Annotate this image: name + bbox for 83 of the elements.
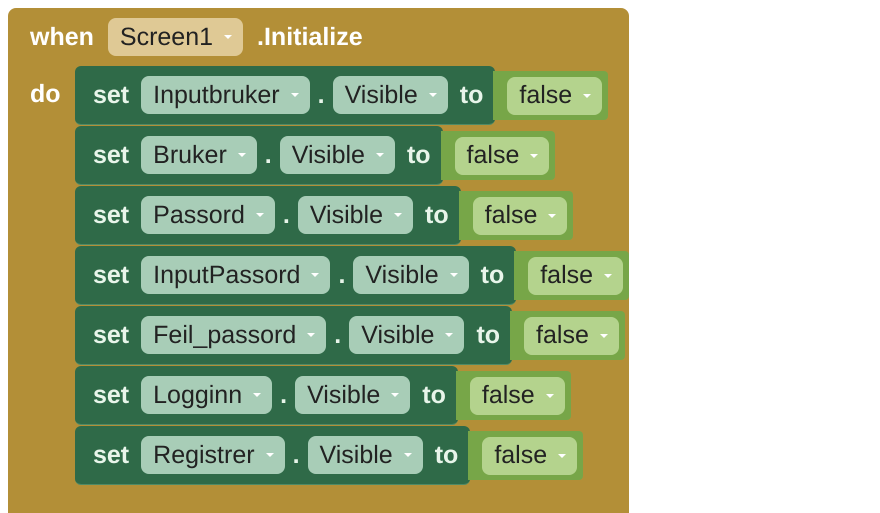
dot-separator: . (282, 200, 290, 230)
setter-block[interactable]: set InputPassord . Visible to (75, 246, 516, 305)
property-dropdown[interactable]: Visible (298, 196, 414, 234)
boolean-block[interactable]: false (493, 71, 608, 120)
block-keyword: to (434, 440, 458, 470)
dot-separator: . (338, 260, 346, 290)
boolean-dropdown[interactable]: false (454, 136, 550, 174)
setter-block[interactable]: set Registrer . Visible to (75, 426, 470, 485)
caret-icon (310, 272, 320, 278)
block-keyword: set (93, 320, 130, 350)
property-dropdown[interactable]: Visible (349, 316, 464, 354)
caret-icon (254, 212, 265, 218)
boolean-dropdown[interactable]: false (507, 76, 602, 114)
boolean-block[interactable]: false (440, 131, 556, 180)
property-dropdown[interactable]: Visible (308, 436, 423, 474)
setter-block[interactable]: set Passord . Visible to (75, 186, 461, 245)
caret-icon (544, 392, 555, 398)
block-keyword: set (93, 440, 130, 470)
caret-icon (264, 452, 275, 458)
caret-icon (236, 152, 247, 158)
caret-icon (393, 212, 404, 218)
caret-icon (603, 272, 614, 278)
caret-icon (557, 452, 568, 458)
block-keyword: to (406, 140, 431, 170)
caret-icon (582, 92, 592, 98)
caret-icon (444, 332, 454, 338)
caret-icon (402, 452, 413, 458)
dot-separator: . (292, 440, 300, 470)
property-dropdown[interactable]: Visible (295, 376, 410, 414)
dot-separator: . (280, 380, 288, 410)
event-block[interactable] (8, 8, 630, 513)
boolean-dropdown[interactable]: false (524, 316, 619, 354)
block-keyword: do (29, 79, 62, 109)
caret-icon (529, 152, 540, 158)
caret-icon (547, 212, 558, 218)
block-keyword: to (422, 380, 446, 410)
component-dropdown[interactable]: Logginn (141, 376, 272, 414)
caret-icon (598, 332, 609, 338)
block-keyword: to (460, 80, 484, 110)
block-keyword: when (30, 22, 94, 52)
boolean-block[interactable]: false (458, 191, 574, 240)
block-keyword: set (93, 80, 130, 110)
property-dropdown[interactable]: Visible (332, 76, 448, 114)
dot-separator: . (318, 80, 325, 110)
caret-icon (252, 392, 262, 398)
component-dropdown[interactable]: Bruker (141, 136, 257, 174)
event-name: .Initialize (257, 22, 363, 52)
caret-icon (428, 92, 438, 98)
setter-block[interactable]: set Feil_passord . Visible to (75, 306, 512, 365)
block-keyword: set (93, 200, 130, 230)
caret-icon (448, 272, 459, 278)
dot-separator: . (334, 320, 342, 350)
block-keyword: set (93, 260, 130, 290)
boolean-dropdown[interactable]: false (482, 436, 578, 474)
block-keyword: set (93, 380, 130, 410)
component-dropdown[interactable]: Feil_passord (141, 316, 326, 354)
block-keyword: to (476, 320, 500, 350)
setter-block[interactable]: set Inputbruker . Visible to (75, 66, 496, 125)
component-dropdown[interactable]: Registrer (141, 436, 285, 474)
boolean-dropdown[interactable]: false (470, 376, 565, 414)
caret-icon (290, 92, 300, 98)
caret-icon (306, 332, 316, 338)
setter-block[interactable]: set Bruker . Visible to (75, 126, 443, 185)
boolean-block[interactable]: false (456, 371, 571, 420)
component-dropdown[interactable]: InputPassord (141, 256, 330, 294)
component-dropdown[interactable]: Passord (141, 196, 275, 234)
component-dropdown[interactable]: Inputbruker (141, 76, 310, 114)
setter-block[interactable]: set Logginn . Visible to (75, 366, 458, 425)
caret-icon (374, 152, 385, 158)
property-dropdown[interactable]: Visible (353, 256, 469, 294)
caret-icon (390, 392, 400, 398)
block-keyword: set (93, 140, 130, 170)
boolean-dropdown[interactable]: false (472, 196, 568, 234)
boolean-block[interactable]: false (510, 311, 625, 360)
boolean-block[interactable]: false (468, 431, 584, 480)
boolean-block[interactable]: false (514, 251, 630, 300)
block-keyword: to (480, 260, 504, 290)
component-dropdown[interactable]: Screen1 (108, 18, 244, 56)
boolean-dropdown[interactable]: false (528, 256, 624, 294)
caret-icon (223, 34, 234, 40)
block-keyword: to (425, 200, 449, 230)
dot-separator: . (264, 140, 272, 170)
property-dropdown[interactable]: Visible (280, 136, 395, 174)
